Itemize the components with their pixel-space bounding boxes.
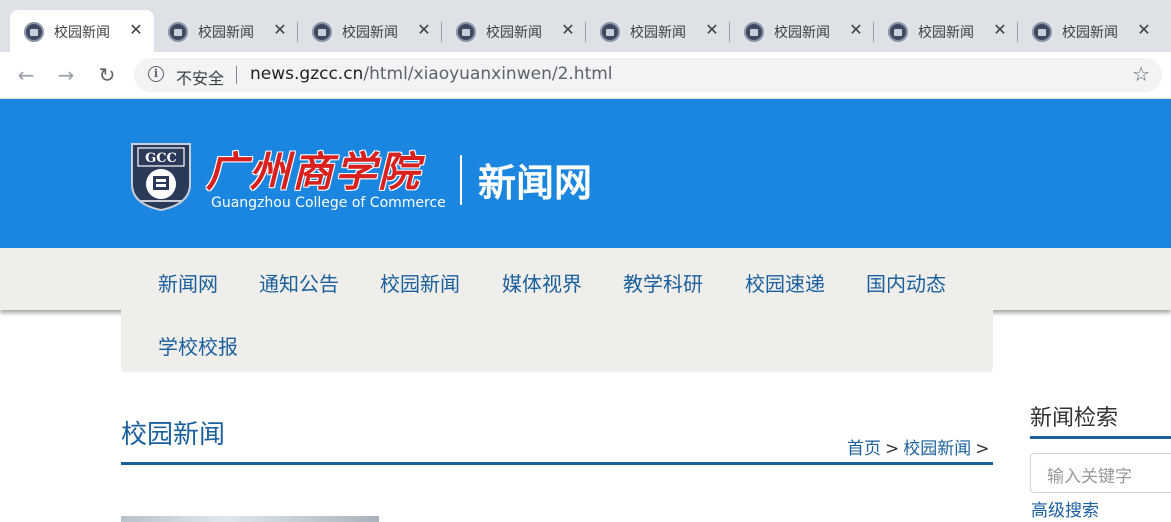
info-icon[interactable]: i: [148, 66, 164, 82]
tab-title: 校园新闻: [342, 25, 398, 41]
url-host: news.gzcc.cn: [250, 64, 364, 84]
address-bar[interactable]: i 不安全 news.gzcc.cn/html/xiaoyuanxinwen/2…: [134, 58, 1162, 92]
browser-tab-6[interactable]: 校园新闻 ✕: [730, 10, 874, 52]
close-tab-icon[interactable]: ✕: [558, 20, 578, 40]
tab-title: 校园新闻: [486, 25, 542, 41]
sidebar-title: 新闻检索: [1030, 406, 1119, 431]
close-tab-icon[interactable]: ✕: [126, 20, 146, 40]
nav-item-notices[interactable]: 通知公告: [259, 268, 339, 297]
browser-tab-4[interactable]: 校园新闻 ✕: [442, 10, 586, 52]
breadcrumb-separator: >: [885, 439, 900, 459]
favicon-icon: [456, 22, 476, 42]
emblem-badge-text: GCC: [145, 151, 177, 166]
browser-tab-5[interactable]: 校园新闻 ✕: [586, 10, 730, 52]
tab-title: 校园新闻: [54, 25, 110, 41]
search-input[interactable]: 输入关键字: [1030, 453, 1171, 493]
browser-tab-1[interactable]: 校园新闻 ✕: [10, 10, 154, 52]
nav-item-media[interactable]: 媒体视界: [502, 268, 582, 297]
tab-title: 校园新闻: [630, 25, 686, 41]
favicon-icon: [24, 22, 44, 42]
advanced-search-link[interactable]: 高级搜索: [1031, 496, 1099, 521]
nav-item-teaching[interactable]: 教学科研: [623, 268, 703, 297]
breadcrumb-separator: >: [975, 439, 990, 459]
tab-strip: 校园新闻 ✕ 校园新闻 ✕ 校园新闻 ✕ 校园新闻 ✕ 校园新闻 ✕ 校园新闻 …: [0, 0, 1171, 52]
tab-title: 校园新闻: [918, 25, 974, 41]
school-emblem-icon: GCC: [131, 143, 191, 212]
browser-toolbar: ← → ↻ i 不安全 news.gzcc.cn/html/xiaoyuanxi…: [0, 52, 1171, 99]
sidebar-underline: [1030, 436, 1171, 439]
logo-chinese: 广州商学院: [206, 148, 421, 196]
logo-english: Guangzhou College of Commerce: [211, 195, 446, 211]
logo-subtitle: 新闻网: [478, 160, 593, 205]
favicon-icon: [168, 22, 188, 42]
url-text[interactable]: news.gzcc.cn/html/xiaoyuanxinwen/2.html: [250, 64, 613, 84]
nav-item-school-paper[interactable]: 学校校报: [158, 331, 238, 360]
breadcrumb-current[interactable]: 校园新闻: [903, 439, 971, 459]
back-arrow-icon[interactable]: ←: [13, 62, 39, 88]
address-divider: [236, 66, 237, 84]
close-tab-icon[interactable]: ✕: [1134, 20, 1154, 40]
close-tab-icon[interactable]: ✕: [990, 20, 1010, 40]
favicon-icon: [744, 22, 764, 42]
close-tab-icon[interactable]: ✕: [846, 20, 866, 40]
tab-title: 校园新闻: [198, 25, 254, 41]
nav-item-express[interactable]: 校园速递: [745, 268, 825, 297]
tab-title: 校园新闻: [1062, 25, 1118, 41]
browser-tab-7[interactable]: 校园新闻 ✕: [874, 10, 1018, 52]
article-thumbnail[interactable]: [121, 516, 379, 522]
breadcrumb-home[interactable]: 首页: [847, 439, 881, 459]
breadcrumb: 首页 > 校园新闻 >: [847, 434, 994, 459]
page-title: 校园新闻: [121, 420, 226, 450]
main-nav-overflow: [121, 310, 993, 372]
tab-title: 校园新闻: [774, 25, 830, 41]
logo-divider: [460, 155, 462, 205]
browser-tab-2[interactable]: 校园新闻 ✕: [154, 10, 298, 52]
favicon-icon: [312, 22, 332, 42]
bookmark-star-icon[interactable]: ☆: [1132, 62, 1150, 86]
favicon-icon: [1032, 22, 1052, 42]
favicon-icon: [888, 22, 908, 42]
browser-tab-3[interactable]: 校园新闻 ✕: [298, 10, 442, 52]
security-status[interactable]: 不安全: [176, 65, 224, 89]
close-tab-icon[interactable]: ✕: [702, 20, 722, 40]
close-tab-icon[interactable]: ✕: [414, 20, 434, 40]
nav-item-campus-news[interactable]: 校园新闻: [380, 268, 460, 297]
favicon-icon: [600, 22, 620, 42]
url-path: /html/xiaoyuanxinwen/2.html: [363, 64, 613, 84]
nav-item-domestic[interactable]: 国内动态: [866, 268, 946, 297]
browser-tab-8[interactable]: 校园新闻 ✕: [1018, 10, 1162, 52]
forward-arrow-icon[interactable]: →: [53, 62, 79, 88]
nav-item-news[interactable]: 新闻网: [158, 268, 218, 297]
reload-icon[interactable]: ↻: [94, 62, 120, 88]
close-tab-icon[interactable]: ✕: [270, 20, 290, 40]
title-underline: [121, 462, 993, 465]
